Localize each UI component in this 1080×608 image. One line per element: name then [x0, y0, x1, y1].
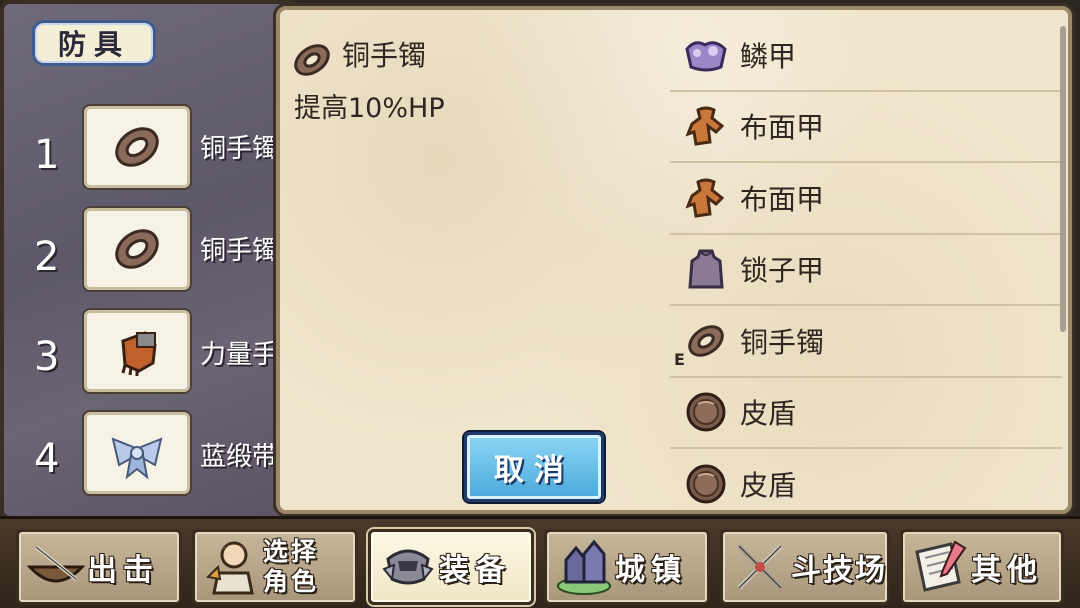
slot-number-3: 3	[34, 334, 60, 380]
list-item-label: 锁子甲	[740, 254, 825, 288]
slot-4-label: 蓝缎带	[200, 442, 279, 472]
slot-4-button[interactable]	[84, 412, 190, 494]
power-gloves-icon	[121, 331, 157, 376]
nav-label-line2: 角色	[263, 567, 320, 596]
nav-town-button[interactable]: 城镇	[544, 529, 710, 605]
list-item-label: 铜手镯	[740, 325, 825, 359]
chainmail-icon	[682, 245, 730, 293]
list-item[interactable]: 布面甲	[670, 163, 1062, 235]
leather-shield-icon	[682, 460, 730, 508]
slot-3-label: 力量手套	[200, 340, 280, 370]
nav-select-character-button[interactable]: 选择 角色	[192, 529, 358, 605]
town-icon	[553, 536, 615, 598]
bottom-nav-bar: 出击 选择 角色 装备 城镇 斗技场 其他	[0, 516, 1080, 608]
cloth-armor-icon	[682, 102, 730, 150]
nav-label: 城镇	[615, 553, 687, 588]
slot-number-1: 1	[34, 132, 60, 178]
list-item[interactable]: 布面甲	[670, 92, 1062, 163]
slot-number-2: 2	[34, 234, 60, 280]
item-list: 鳞甲 布面甲 布面甲 锁子甲 E 铜手镯 皮盾 皮盾	[670, 20, 1062, 514]
list-item-label: 布面甲	[740, 111, 825, 145]
item-selection-panel: 铜手镯 提高10%HP 取消 鳞甲 布面甲 布面甲 锁子甲 E 铜手镯 皮盾 皮…	[276, 6, 1072, 514]
nav-equipment-button[interactable]: 装备	[368, 529, 534, 605]
list-scrollbar[interactable]	[1060, 26, 1066, 332]
nav-label: 装备	[439, 553, 511, 588]
list-item[interactable]: E 铜手镯	[670, 306, 1062, 378]
equipped-mark: E	[674, 350, 685, 369]
arena-icon	[729, 536, 791, 598]
copper-bracelet-icon	[682, 317, 730, 365]
list-item[interactable]: 锁子甲	[670, 235, 1062, 306]
equipment-icon	[377, 536, 439, 598]
slot-2-button[interactable]	[84, 208, 190, 290]
slot-number-4: 4	[34, 436, 60, 482]
list-item-label: 布面甲	[740, 182, 825, 216]
copper-bracelet-icon	[115, 229, 159, 269]
list-item[interactable]: 皮盾	[670, 378, 1062, 449]
copper-bracelet-icon	[115, 127, 159, 167]
blue-ribbon-icon	[111, 437, 163, 480]
nav-other-button[interactable]: 其他	[900, 529, 1064, 605]
slot-3-button[interactable]	[84, 310, 190, 392]
list-item-label: 皮盾	[740, 468, 797, 502]
panel-title: 防具	[32, 20, 156, 66]
scale-armor-icon	[682, 31, 730, 79]
slot-1-label: 铜手镯	[200, 134, 279, 164]
equipment-slot-panel: 防具 1 铜手镯 2 铜手镯 3 力量手套 4 蓝缎带	[0, 0, 300, 520]
nav-sortie-button[interactable]: 出击	[16, 529, 182, 605]
list-item-label: 皮盾	[740, 397, 797, 431]
list-item[interactable]: 皮盾	[670, 449, 1062, 514]
copper-bracelet-icon	[294, 44, 330, 76]
slot-2-label: 铜手镯	[200, 236, 279, 266]
select-character-icon	[201, 536, 263, 598]
slot-1-button[interactable]	[84, 106, 190, 188]
nav-label-line1: 选择	[263, 537, 320, 566]
selected-item-description: 提高10%HP	[294, 93, 445, 124]
cloth-armor-icon	[682, 174, 730, 222]
other-icon	[909, 536, 971, 598]
selected-item-name: 铜手镯	[342, 39, 427, 72]
nav-label: 其他	[971, 553, 1043, 588]
sortie-icon	[25, 536, 87, 598]
leather-shield-icon	[682, 388, 730, 436]
list-item[interactable]: 鳞甲	[670, 20, 1062, 92]
cancel-button[interactable]: 取消	[464, 432, 604, 502]
nav-label: 出击	[87, 553, 159, 588]
nav-label: 选择 角色	[263, 537, 319, 597]
nav-arena-button[interactable]: 斗技场	[720, 529, 890, 605]
list-item-label: 鳞甲	[740, 39, 797, 73]
nav-label: 斗技场	[791, 553, 887, 588]
